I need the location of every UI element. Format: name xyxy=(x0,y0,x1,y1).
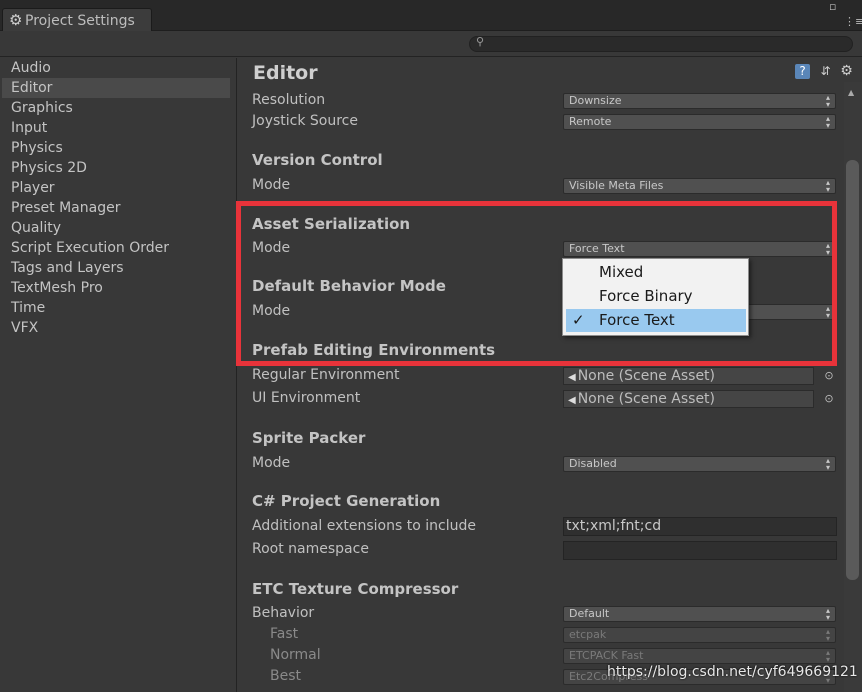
sidebar: Audio Editor Graphics Input Physics Phys… xyxy=(0,58,237,692)
sprite-packer-mode-dropdown[interactable]: Disabled ▴ ▾ xyxy=(563,456,836,472)
option-mixed[interactable]: Mixed xyxy=(566,261,746,284)
sidebar-item-tags-and-layers[interactable]: Tags and Layers xyxy=(2,258,230,278)
sidebar-item-player[interactable]: Player xyxy=(2,178,230,198)
sidebar-item-preset-manager[interactable]: Preset Manager xyxy=(2,198,230,218)
etc-best-label: Best xyxy=(270,668,302,684)
preset-icon[interactable]: ⇵ xyxy=(818,64,833,79)
version-control-header: Version Control xyxy=(252,151,383,169)
joystick-source-dropdown[interactable]: Remote ▴ ▾ xyxy=(563,114,836,130)
regular-environment-field[interactable]: ◀ None (Scene Asset) xyxy=(563,367,814,385)
sidebar-item-script-execution-order[interactable]: Script Execution Order xyxy=(2,238,230,258)
ui-environment-field[interactable]: ◀ None (Scene Asset) xyxy=(563,390,814,408)
sidebar-item-time[interactable]: Time xyxy=(2,298,230,318)
root-namespace-input[interactable] xyxy=(563,541,837,560)
dropdown-arrow-icon: ▴ ▾ xyxy=(825,93,830,109)
joystick-source-value: Remote xyxy=(569,115,612,128)
title-bar: ⚙ Project Settings ▫ ⋮≡ xyxy=(0,0,862,31)
settings-content: Editor ? ⇵ ⚙ Resolution Downsize ▴ ▾ Joyst… xyxy=(238,58,862,692)
sidebar-item-physics-2d[interactable]: Physics 2D xyxy=(2,158,230,178)
dropdown-arrow-icon: ▴ ▾ xyxy=(825,606,830,622)
dropdown-arrow-icon: ▴ ▾ xyxy=(825,648,830,664)
dropdown-arrow-icon: ▴ ▾ xyxy=(825,178,830,194)
additional-extensions-input[interactable]: txt;xml;fnt;cd xyxy=(563,517,837,536)
sidebar-item-audio[interactable]: Audio xyxy=(2,58,230,78)
sidebar-item-input[interactable]: Input xyxy=(2,118,230,138)
close-icon[interactable]: ▫ xyxy=(829,1,836,13)
object-picker-icon[interactable]: ⊙ xyxy=(823,393,835,405)
option-force-binary-label: Force Binary xyxy=(599,287,693,305)
settings-gear-icon: ⚙ xyxy=(9,11,23,29)
etc-fast-dropdown: etcpak ▴ ▾ xyxy=(563,627,836,643)
sidebar-item-quality[interactable]: Quality xyxy=(2,218,230,238)
option-force-binary[interactable]: Force Binary xyxy=(566,285,746,308)
sprite-packer-header: Sprite Packer xyxy=(252,429,366,447)
resolution-value: Downsize xyxy=(569,94,622,107)
csharp-project-generation-header: C# Project Generation xyxy=(252,492,441,510)
etc-fast-value: etcpak xyxy=(569,628,607,641)
scroll-up-arrow-icon[interactable]: ▲ xyxy=(848,88,854,97)
unity-scene-icon: ◀ xyxy=(568,372,576,383)
etc-normal-label: Normal xyxy=(270,647,321,663)
tab-project-settings[interactable]: ⚙ Project Settings xyxy=(2,8,152,31)
option-mixed-label: Mixed xyxy=(599,263,644,281)
resolution-dropdown[interactable]: Downsize ▴ ▾ xyxy=(563,93,836,109)
joystick-source-label: Joystick Source xyxy=(252,113,358,129)
sidebar-item-editor[interactable]: Editor xyxy=(2,78,230,98)
additional-extensions-label: Additional extensions to include xyxy=(252,518,476,534)
serialization-mode-popup: Mixed Force Binary ✓ Force Text xyxy=(562,258,749,336)
tab-title: Project Settings xyxy=(25,13,135,29)
sprite-packer-mode-label: Mode xyxy=(252,455,291,471)
sidebar-item-graphics[interactable]: Graphics xyxy=(2,98,230,118)
sprite-packer-mode-value: Disabled xyxy=(569,457,617,470)
etc-behavior-dropdown[interactable]: Default ▴ ▾ xyxy=(563,606,836,622)
sidebar-item-vfx[interactable]: VFX xyxy=(2,318,230,338)
version-control-mode-value: Visible Meta Files xyxy=(569,179,664,192)
checkmark-icon: ✓ xyxy=(572,311,585,329)
etc-texture-compressor-header: ETC Texture Compressor xyxy=(252,580,459,598)
scrollbar-thumb[interactable] xyxy=(846,160,859,580)
etc-behavior-label: Behavior xyxy=(252,605,315,621)
etc-fast-label: Fast xyxy=(270,626,299,642)
etc-behavior-value: Default xyxy=(569,607,610,620)
option-force-text-label: Force Text xyxy=(599,311,675,329)
search-input[interactable]: ⚲ xyxy=(469,35,853,52)
etc-normal-dropdown: ETCPACK Fast ▴ ▾ xyxy=(563,648,836,664)
settings-gear-icon[interactable]: ⚙ xyxy=(839,64,854,79)
ui-environment-label: UI Environment xyxy=(252,390,361,406)
regular-environment-label: Regular Environment xyxy=(252,367,400,383)
search-icon: ⚲ xyxy=(476,35,485,48)
object-picker-icon[interactable]: ⊙ xyxy=(823,370,835,382)
ui-environment-value: None (Scene Asset) xyxy=(577,391,716,407)
page-title: Editor xyxy=(253,62,318,84)
window-menu-icon[interactable]: ⋮≡ xyxy=(844,16,862,28)
version-control-mode-label: Mode xyxy=(252,177,291,193)
sidebar-item-physics[interactable]: Physics xyxy=(2,138,230,158)
help-icon[interactable]: ? xyxy=(795,64,810,79)
resolution-label: Resolution xyxy=(252,92,326,108)
option-force-text[interactable]: ✓ Force Text xyxy=(566,309,746,332)
unity-scene-icon: ◀ xyxy=(568,395,576,406)
version-control-mode-dropdown[interactable]: Visible Meta Files ▴ ▾ xyxy=(563,178,836,194)
etc-normal-value: ETCPACK Fast xyxy=(569,649,644,662)
dropdown-arrow-icon: ▴ ▾ xyxy=(825,456,830,472)
dropdown-arrow-icon: ▴ ▾ xyxy=(825,114,830,130)
regular-environment-value: None (Scene Asset) xyxy=(577,368,716,384)
sidebar-item-textmesh-pro[interactable]: TextMesh Pro xyxy=(2,278,230,298)
root-namespace-label: Root namespace xyxy=(252,541,369,557)
dropdown-arrow-icon: ▴ ▾ xyxy=(825,627,830,643)
watermark-text: https://blog.csdn.net/cyf649669121 xyxy=(607,664,858,680)
